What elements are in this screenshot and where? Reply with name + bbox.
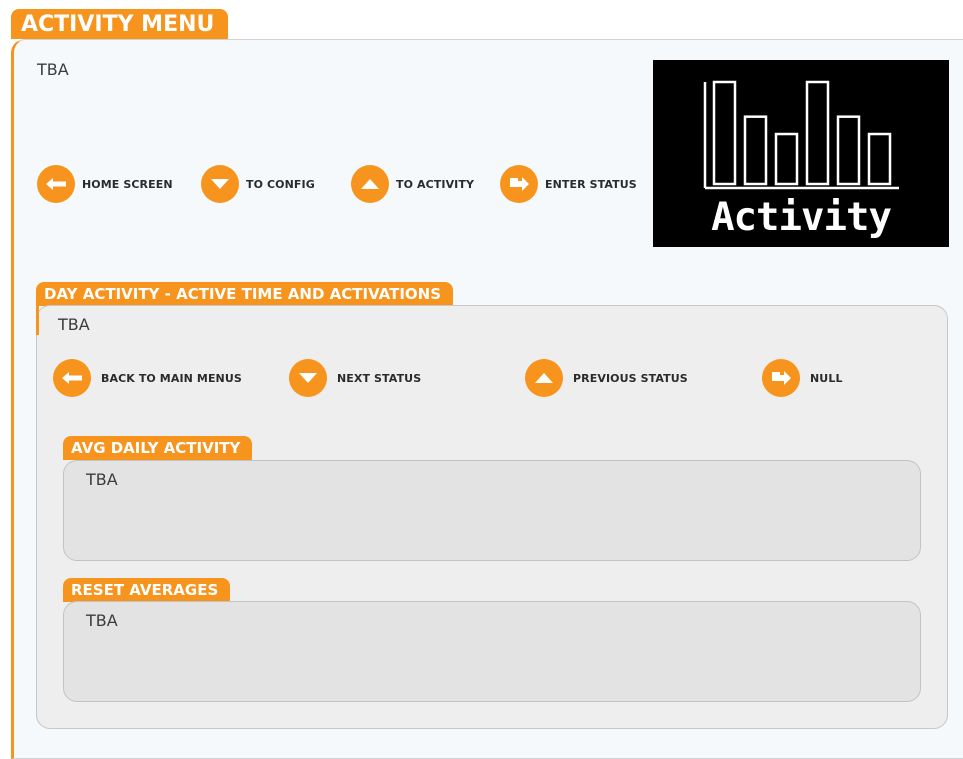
next-status-label: NEXT STATUS — [337, 371, 422, 385]
screen-activity-label: Activity — [711, 195, 892, 240]
reset-averages-tab: RESET AVERAGES — [63, 578, 231, 602]
screen-bar — [743, 115, 768, 186]
home-screen-button[interactable]: HOME SCREEN — [37, 165, 173, 203]
reset-averages-description: TBA — [86, 611, 118, 630]
next-status-button[interactable]: NEXT STATUS — [289, 359, 421, 397]
activity-screen-preview: Activity — [653, 60, 949, 247]
enter-status-button[interactable]: ENTER STATUS — [500, 165, 637, 203]
left-arrow-icon — [53, 359, 91, 397]
previous-status-button[interactable]: PREVIOUS STATUS — [525, 359, 688, 397]
previous-status-label: PREVIOUS STATUS — [573, 371, 688, 385]
enter-status-label: ENTER STATUS — [545, 177, 637, 191]
to-activity-button[interactable]: TO ACTIVITY — [351, 165, 474, 203]
screen-bar — [805, 80, 830, 186]
down-arrow-icon — [201, 165, 239, 203]
reset-averages-panel: TBA — [63, 601, 921, 702]
activity-menu-tab: ACTIVITY MENU — [11, 9, 229, 39]
enter-arrow-icon — [762, 359, 800, 397]
up-arrow-icon — [351, 165, 389, 203]
day-activity-description: TBA — [58, 315, 90, 334]
null-button[interactable]: NULL — [762, 359, 843, 397]
to-config-label: TO CONFIG — [246, 177, 315, 191]
enter-arrow-icon — [500, 165, 538, 203]
screen-bar — [712, 80, 737, 186]
avg-daily-activity-panel: TBA — [63, 460, 921, 561]
null-label: NULL — [810, 371, 843, 385]
to-config-button[interactable]: TO CONFIG — [201, 165, 315, 203]
screen-bar — [774, 132, 799, 186]
screen-bar — [867, 132, 892, 186]
up-arrow-icon — [525, 359, 563, 397]
down-arrow-icon — [289, 359, 327, 397]
to-activity-label: TO ACTIVITY — [396, 177, 475, 191]
day-activity-tab: DAY ACTIVITY - ACTIVE TIME AND ACTIVATIO… — [36, 282, 454, 306]
home-screen-label: HOME SCREEN — [82, 177, 173, 191]
back-to-main-menus-button[interactable]: BACK TO MAIN MENUS — [53, 359, 242, 397]
left-arrow-icon — [37, 165, 75, 203]
back-to-main-menus-label: BACK TO MAIN MENUS — [101, 371, 242, 385]
activity-menu-description: TBA — [37, 60, 69, 79]
avg-daily-activity-tab: AVG DAILY ACTIVITY — [63, 436, 253, 460]
avg-daily-activity-description: TBA — [86, 470, 118, 489]
screen-bar — [836, 115, 861, 186]
